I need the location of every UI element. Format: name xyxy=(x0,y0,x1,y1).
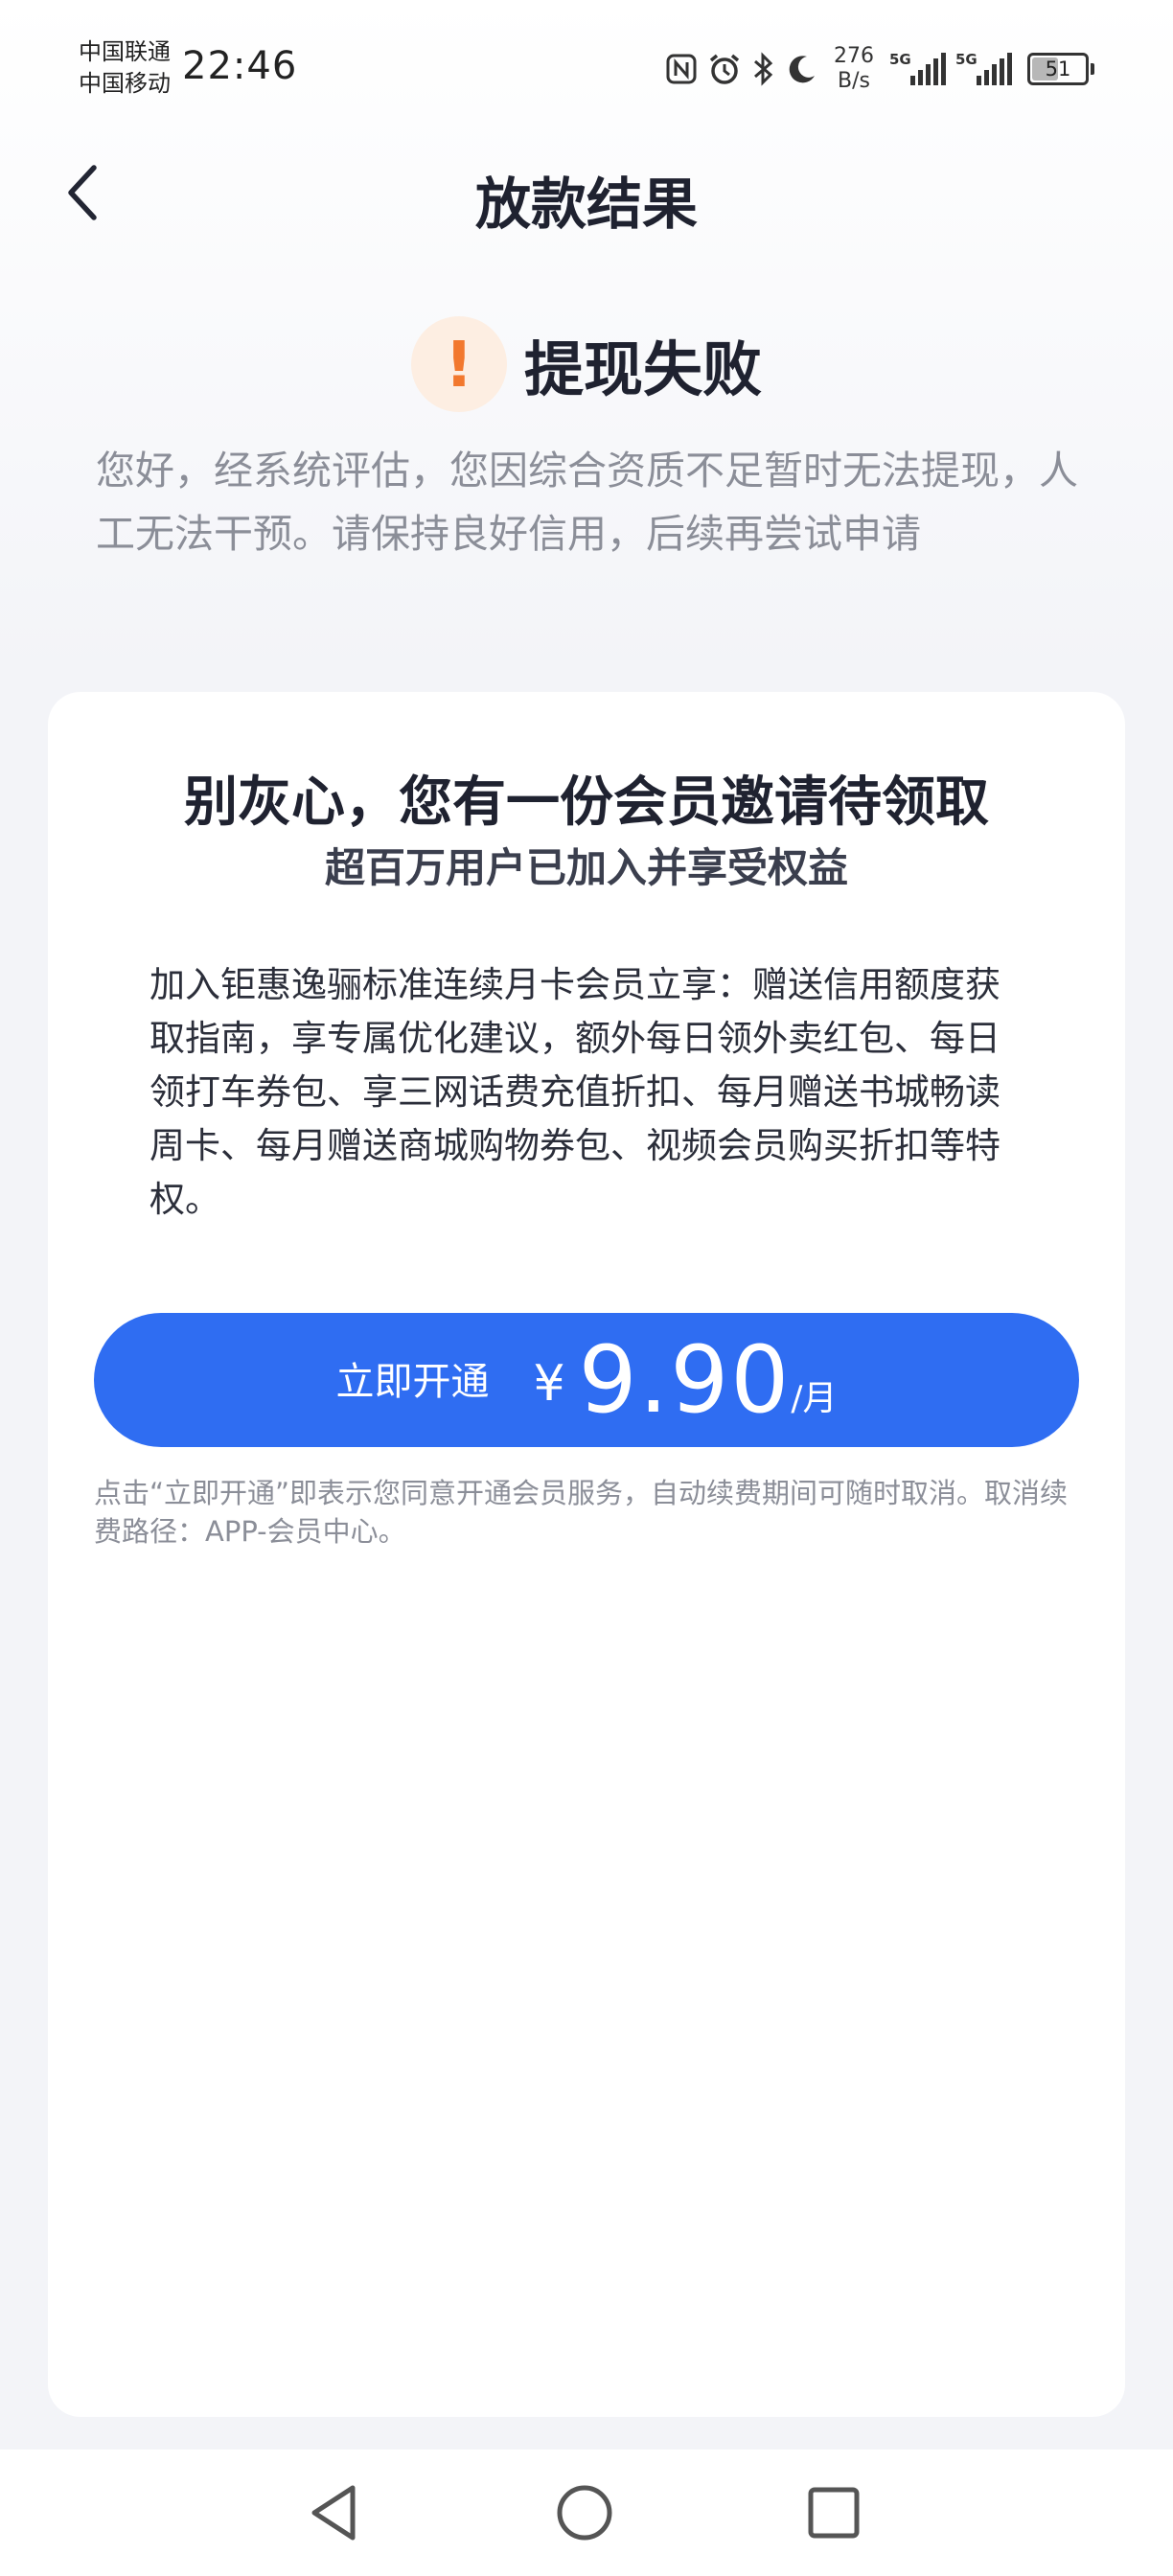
result-header: ! 提现失败 xyxy=(0,316,1173,412)
warning-icon: ! xyxy=(410,316,507,412)
network-speed-unit: B/s xyxy=(838,69,870,93)
signal-2-icon: 5G xyxy=(955,51,1012,85)
result-description: 您好，经系统评估，您因综合资质不足暂时无法提现，人工无法干预。请保持良好信用，后… xyxy=(96,448,1078,557)
nav-back-button[interactable] xyxy=(299,2478,368,2547)
page-title: 放款结果 xyxy=(474,172,698,237)
agreement-note: 点击“立即开通”即表示您同意开通会员服务，自动续费期间可随时取消。取消续费路径：… xyxy=(94,1477,1069,1548)
status-time: 22:46 xyxy=(182,44,298,88)
card-benefits-text: 加入钜惠逸骊标准连续月卡会员立享：赠送信用额度获取指南，享专属优化建议，额外每日… xyxy=(150,964,1000,1220)
status-icons: 276 B/s 5G 5G 51 xyxy=(665,42,1094,96)
price-currency: ¥ xyxy=(533,1355,565,1413)
activate-now-button[interactable]: 立即开通 ¥ 9.90 /月 xyxy=(94,1313,1079,1447)
price-amount: 9.90 xyxy=(578,1326,792,1434)
signal-2-label: 5G xyxy=(955,51,978,68)
card-subtitle: 超百万用户已加入并享受权益 xyxy=(324,844,848,891)
battery-level: 51 xyxy=(1045,58,1071,80)
system-nav-bar xyxy=(0,2450,1173,2576)
price-unit: /月 xyxy=(791,1379,838,1418)
nav-bar: 放款结果 xyxy=(0,134,1173,249)
square-recents-icon xyxy=(808,2487,860,2539)
result-title: 提现失败 xyxy=(523,334,762,404)
bluetooth-icon xyxy=(751,52,776,86)
card-title: 别灰心，您有一份会员邀请待领取 xyxy=(184,771,989,834)
circle-home-icon xyxy=(557,2485,612,2541)
signal-1-label: 5G xyxy=(889,51,911,68)
moon-icon xyxy=(786,53,818,85)
membership-card: 别灰心，您有一份会员邀请待领取 超百万用户已加入并享受权益 加入钜惠逸骊标准连续… xyxy=(48,692,1125,2417)
nfc-icon xyxy=(665,53,698,85)
battery-icon: 51 xyxy=(1027,53,1094,85)
network-speed: 276 B/s xyxy=(834,44,874,94)
triangle-back-icon xyxy=(311,2485,356,2541)
status-bar: 中国联通 中国移动 22:46 276 B/s 5G 5G 51 xyxy=(0,0,1173,125)
carrier-1: 中国联通 xyxy=(79,38,171,65)
nav-home-button[interactable] xyxy=(550,2478,619,2547)
activate-button-label: 立即开通 xyxy=(335,1360,490,1404)
alarm-icon xyxy=(707,52,742,86)
carrier-2: 中国移动 xyxy=(79,70,171,97)
carrier-info: 中国联通 中国移动 xyxy=(79,36,171,100)
network-speed-value: 276 xyxy=(834,44,874,68)
nav-recents-button[interactable] xyxy=(799,2478,868,2547)
signal-1-icon: 5G xyxy=(889,51,946,85)
